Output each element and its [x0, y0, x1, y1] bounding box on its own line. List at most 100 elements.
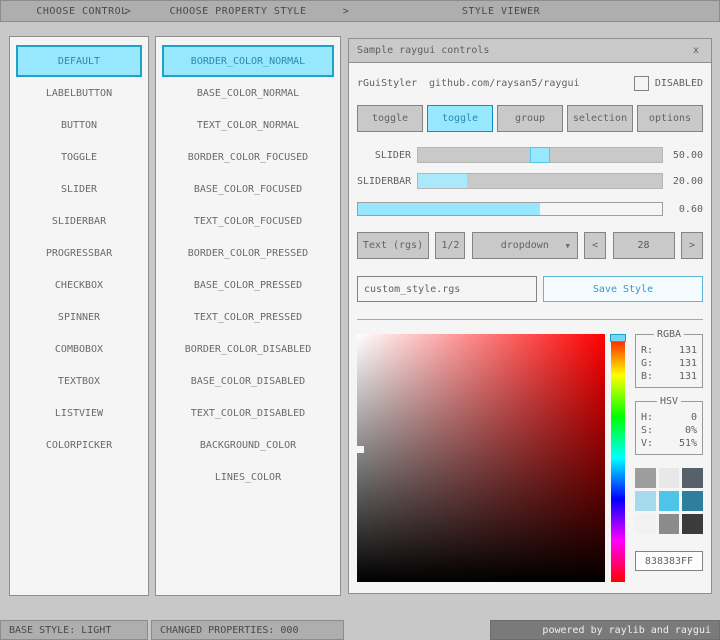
b-value: 131 [679, 370, 697, 383]
property-list-item[interactable]: BORDER_COLOR_NORMAL [162, 45, 334, 77]
color-swatch[interactable] [659, 491, 680, 511]
breadcrumb-choose-control: CHOOSE CONTROL [36, 6, 127, 17]
s-label: S: [641, 424, 653, 437]
slider-label: SLIDER [357, 150, 417, 161]
spinner-decrement-button[interactable]: < [584, 232, 606, 259]
half-button[interactable]: 1/2 [435, 232, 465, 259]
property-list-item[interactable]: BASE_COLOR_FOCUSED [162, 173, 334, 205]
control-list-item[interactable]: SLIDER [16, 173, 142, 205]
hsv-panel: HSV H: 0 S: 0% V: 51% [635, 401, 703, 455]
progressbar-row: 0.60 [357, 202, 703, 216]
sliderbar-row: SLIDERBAR 20.00 [357, 173, 703, 189]
property-list-item[interactable]: BORDER_COLOR_PRESSED [162, 237, 334, 269]
disabled-checkbox[interactable] [634, 76, 649, 91]
property-list-item[interactable]: BASE_COLOR_DISABLED [162, 365, 334, 397]
hex-value-box[interactable]: 838383FF [635, 551, 703, 571]
color-swatch[interactable] [682, 514, 703, 534]
property-list-item[interactable]: LINES_COLOR [162, 461, 334, 493]
h-value: 0 [691, 411, 697, 424]
sliderbar-label: SLIDERBAR [357, 176, 417, 187]
property-list-item[interactable]: BACKGROUND_COLOR [162, 429, 334, 461]
toggle-button[interactable]: toggle [427, 105, 493, 132]
control-list-item[interactable]: PROGRESSBAR [16, 237, 142, 269]
close-icon[interactable]: x [689, 45, 703, 56]
control-list-item[interactable]: TEXTBOX [16, 365, 142, 397]
property-list-item[interactable]: BORDER_COLOR_FOCUSED [162, 141, 334, 173]
properties-list: BORDER_COLOR_NORMAL BASE_COLOR_NORMAL TE… [155, 36, 341, 596]
color-info-column: RGBA R: 131 G: 131 B: 131 HSV [635, 334, 703, 582]
hue-handle[interactable] [610, 334, 626, 342]
changed-properties-status: CHANGED PROPERTIES: 000 [151, 620, 344, 640]
r-label: R: [641, 344, 653, 357]
color-saturation-panel[interactable] [357, 334, 605, 582]
property-list-item[interactable]: BASE_COLOR_NORMAL [162, 77, 334, 109]
rgba-row: R: 131 [641, 344, 697, 357]
property-list-item[interactable]: BORDER_COLOR_DISABLED [162, 333, 334, 365]
g-label: G: [641, 357, 653, 370]
color-swatch[interactable] [635, 491, 656, 511]
rgba-panel: RGBA R: 131 G: 131 B: 131 [635, 334, 703, 388]
spinner-increment-button[interactable]: > [681, 232, 703, 259]
toggle-button[interactable]: group [497, 105, 563, 132]
g-value: 131 [679, 357, 697, 370]
control-list-item[interactable]: TOGGLE [16, 141, 142, 173]
slider[interactable] [417, 147, 663, 163]
b-label: B: [641, 370, 653, 383]
divider [357, 319, 703, 320]
breadcrumb-style-viewer: STYLE VIEWER [462, 6, 540, 17]
color-picker: RGBA R: 131 G: 131 B: 131 HSV [357, 334, 703, 582]
breadcrumb-choose-property: CHOOSE PROPERTY STYLE [170, 6, 307, 17]
slider-row: SLIDER 50.00 [357, 147, 703, 163]
color-swatch[interactable] [659, 514, 680, 534]
property-list-item[interactable]: TEXT_COLOR_PRESSED [162, 301, 334, 333]
color-swatch[interactable] [659, 468, 680, 488]
rgba-row: G: 131 [641, 357, 697, 370]
hsv-row: H: 0 [641, 411, 697, 424]
color-swatch[interactable] [635, 468, 656, 488]
dropdown[interactable]: dropdown ▼ [472, 232, 578, 259]
property-list-item[interactable]: TEXT_COLOR_DISABLED [162, 397, 334, 429]
control-list-item[interactable]: LISTVIEW [16, 397, 142, 429]
control-list-item[interactable]: COLORPICKER [16, 429, 142, 461]
text-rgs-button[interactable]: Text (rgs) [357, 232, 429, 259]
property-list-item[interactable]: TEXT_COLOR_FOCUSED [162, 205, 334, 237]
control-list-item[interactable]: DEFAULT [16, 45, 142, 77]
toggle-button[interactable]: options [637, 105, 703, 132]
misc-controls-row: Text (rgs) 1/2 dropdown ▼ < 28 > [357, 232, 703, 259]
property-list-item[interactable]: TEXT_COLOR_NORMAL [162, 109, 334, 141]
color-swatch[interactable] [635, 514, 656, 534]
control-list-item[interactable]: BUTTON [16, 109, 142, 141]
control-list-item[interactable]: COMBOBOX [16, 333, 142, 365]
save-style-button[interactable]: Save Style [543, 276, 703, 302]
hue-bar[interactable] [611, 334, 625, 582]
sliderbar-value: 20.00 [663, 176, 703, 187]
progressbar [357, 202, 663, 216]
toggle-button[interactable]: toggle [357, 105, 423, 132]
breadcrumb-arrow-icon: > [125, 6, 132, 17]
dropdown-label: dropdown [501, 240, 549, 251]
color-marker-icon[interactable] [357, 446, 364, 453]
style-viewer-window: Sample raygui controls x rGuiStyler gith… [348, 38, 712, 594]
color-swatch[interactable] [682, 468, 703, 488]
statusbar-gap [344, 620, 490, 640]
slider-handle[interactable] [530, 147, 550, 163]
filename-input[interactable] [357, 276, 537, 302]
sliderbar[interactable] [417, 173, 663, 189]
v-value: 51% [679, 437, 697, 450]
spinner-value-box[interactable]: 28 [613, 232, 675, 259]
control-list-item[interactable]: SLIDERBAR [16, 205, 142, 237]
control-list-item[interactable]: CHECKBOX [16, 269, 142, 301]
property-list-item[interactable]: BASE_COLOR_PRESSED [162, 269, 334, 301]
repo-link[interactable]: github.com/raysan5/raygui [429, 78, 580, 89]
s-value: 0% [685, 424, 697, 437]
breadcrumb-arrow-icon: > [343, 6, 350, 17]
toggle-button[interactable]: selection [567, 105, 633, 132]
breadcrumb-bar: CHOOSE CONTROL > CHOOSE PROPERTY STYLE >… [0, 0, 720, 22]
control-list-item[interactable]: LABELBUTTON [16, 77, 142, 109]
color-swatch[interactable] [682, 491, 703, 511]
base-style-status: BASE STYLE: LIGHT [0, 620, 148, 640]
save-row: Save Style [357, 276, 703, 302]
control-list-item[interactable]: SPINNER [16, 301, 142, 333]
status-bar: BASE STYLE: LIGHT CHANGED PROPERTIES: 00… [0, 620, 720, 640]
chevron-down-icon: ▼ [566, 242, 570, 250]
